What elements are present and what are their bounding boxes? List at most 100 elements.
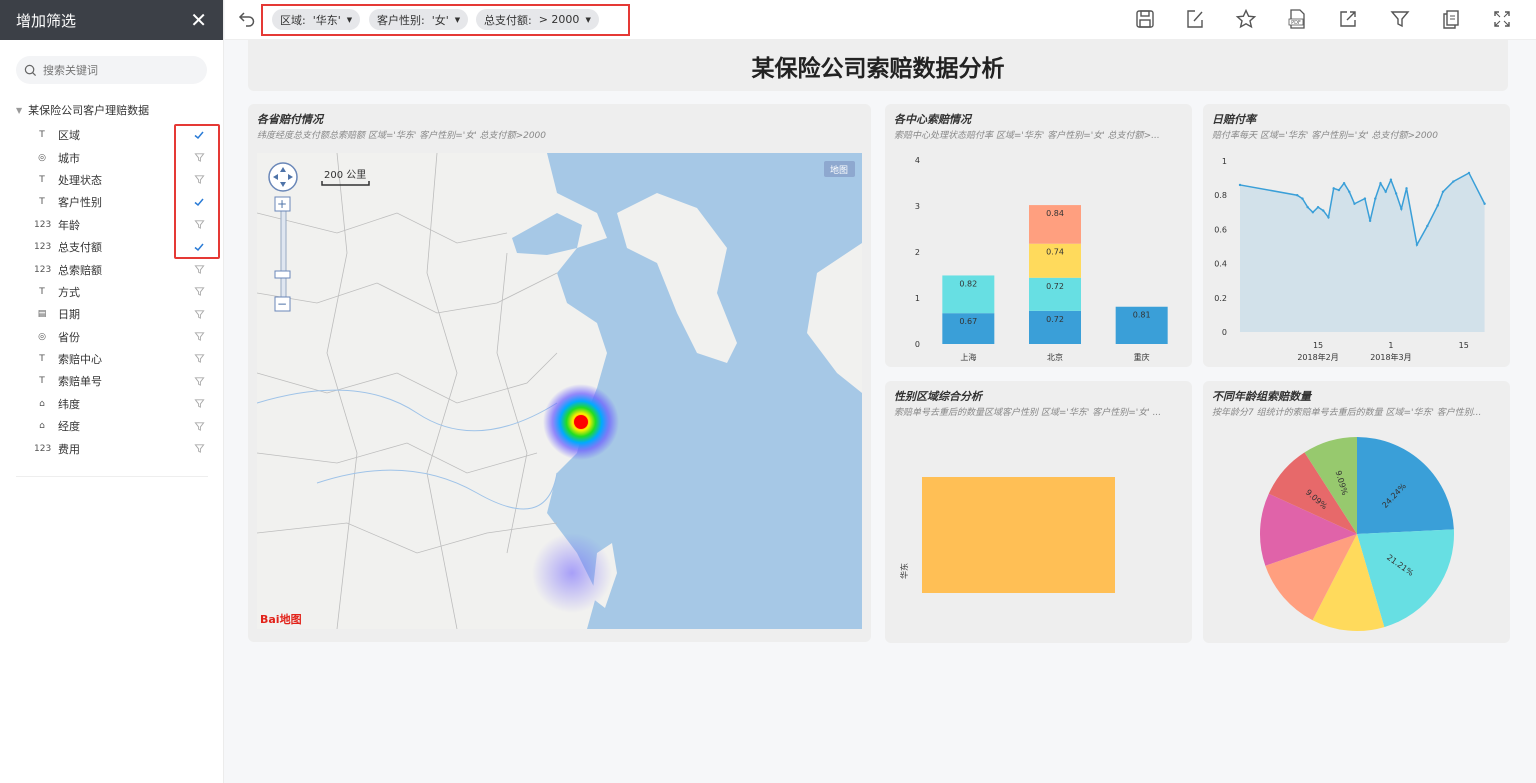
filter-funnel-icon[interactable]: [192, 397, 206, 411]
data-point[interactable]: [1363, 197, 1367, 200]
filter-funnel-icon[interactable]: [192, 352, 206, 366]
field-item[interactable]: T 索赔单号: [0, 370, 223, 392]
data-point[interactable]: [1467, 171, 1471, 175]
star-icon[interactable]: [1235, 8, 1257, 30]
data-point[interactable]: [1306, 205, 1309, 209]
data-point[interactable]: [1311, 211, 1315, 214]
x-tick-label: 北京: [1047, 352, 1063, 362]
data-point[interactable]: [1452, 180, 1455, 183]
geo-type-icon: ◎: [38, 331, 46, 342]
text-type-icon: T: [39, 354, 45, 365]
sidebar-header: 增加筛选 ✕: [0, 0, 223, 40]
field-item[interactable]: ◎ 省份: [0, 326, 223, 348]
zoom-out-icon: −: [277, 297, 287, 311]
field-item[interactable]: T 方式: [0, 281, 223, 303]
field-item[interactable]: 123 总索赔额: [0, 258, 223, 280]
filter-icon[interactable]: [1389, 8, 1411, 30]
data-point[interactable]: [1441, 190, 1445, 193]
data-point[interactable]: [1415, 243, 1419, 246]
bar-data-label: 0.84: [1046, 209, 1064, 218]
field-label: 纬度: [58, 397, 80, 411]
data-point[interactable]: [1301, 197, 1304, 200]
field-item[interactable]: ▤ 日期: [0, 303, 223, 325]
field-item[interactable]: T 索赔中心: [0, 348, 223, 370]
data-point[interactable]: [1389, 178, 1393, 182]
filter-funnel-icon[interactable]: [192, 330, 206, 344]
x-tick-label: 上海: [960, 352, 976, 362]
zoom-handle[interactable]: [274, 270, 291, 279]
undo-icon[interactable]: [237, 9, 257, 29]
dataset-root[interactable]: ▼ 某保险公司客户理赔数据: [16, 102, 223, 118]
filter-chip-region[interactable]: 区域: '华东' ▼: [272, 9, 361, 30]
filter-funnel-icon[interactable]: [192, 307, 206, 321]
copy-icon[interactable]: [1440, 8, 1462, 30]
y-tick-label: 2: [915, 248, 920, 257]
data-point[interactable]: [1379, 182, 1382, 185]
filter-funnel-icon[interactable]: [192, 374, 206, 388]
data-point[interactable]: [1342, 182, 1346, 185]
map-navigation-control[interactable]: [268, 162, 298, 192]
filter-chip-payment[interactable]: 总支付额: > 2000 ▼: [476, 9, 599, 30]
data-point[interactable]: [1426, 224, 1429, 228]
data-point[interactable]: [1322, 209, 1325, 212]
field-label: 经度: [58, 420, 80, 434]
heat-map[interactable]: + − 200 公里 地图 Bai地图: [257, 153, 862, 629]
center-bar-chart[interactable]: 0 1 2 3 4 0.67 0.82 上海 0.72 0.72 0.74 0.84 北京 0.81 重庆: [885, 144, 1192, 364]
data-point[interactable]: [1353, 202, 1356, 205]
data-point[interactable]: [1374, 197, 1377, 200]
pdf-export-icon[interactable]: PDF: [1286, 8, 1308, 30]
data-point[interactable]: [1394, 192, 1398, 195]
selection-highlight: [174, 124, 220, 259]
age-pie-chart[interactable]: 24.24%21.21%9.09%9.09%: [1203, 421, 1510, 641]
filter-chip-gender[interactable]: 客户性别: '女' ▼: [369, 9, 469, 30]
data-point[interactable]: [1348, 190, 1351, 193]
data-point[interactable]: [1483, 202, 1486, 205]
y-tick-label: 0.4: [1214, 260, 1227, 269]
daily-area-chart[interactable]: 0 0.2 0.4 0.6 0.8 1 15 2018年2月 1 2018年3月 15: [1203, 144, 1510, 364]
data-point[interactable]: [1368, 219, 1372, 223]
share-icon[interactable]: [1337, 8, 1359, 30]
search-input[interactable]: [43, 63, 193, 77]
field-label: 年龄: [58, 218, 80, 232]
edit-icon[interactable]: [1184, 8, 1206, 30]
zoom-slider[interactable]: [280, 197, 287, 307]
search-box: [16, 56, 207, 84]
field-item[interactable]: 123 费用: [0, 437, 223, 459]
data-point[interactable]: [1238, 183, 1242, 187]
data-point[interactable]: [1384, 190, 1387, 193]
data-point[interactable]: [1405, 187, 1408, 190]
y-category-label: 华东: [899, 563, 909, 579]
field-label: 总索赔额: [58, 263, 102, 277]
map-type-label: 地图: [830, 164, 848, 176]
data-point[interactable]: [1327, 216, 1330, 219]
filter-funnel-icon[interactable]: [192, 419, 206, 433]
geo-type-icon: ◎: [38, 152, 46, 163]
save-icon[interactable]: [1134, 8, 1156, 30]
data-point[interactable]: [1436, 204, 1439, 207]
bar[interactable]: [922, 477, 1115, 593]
data-point[interactable]: [1337, 188, 1341, 192]
data-point[interactable]: [1400, 207, 1403, 211]
caret-down-icon: ▼: [454, 15, 461, 24]
gender-bar-chart[interactable]: 华东: [885, 421, 1192, 641]
field-label: 处理状态: [58, 173, 102, 187]
x-tick-label: 1: [1388, 341, 1393, 350]
field-item[interactable]: ⌂ 经度: [0, 415, 223, 437]
x-tick-sublabel: 2018年3月: [1370, 352, 1411, 362]
caret-down-icon[interactable]: ▼: [16, 106, 22, 115]
data-point[interactable]: [1332, 187, 1335, 190]
filter-funnel-icon[interactable]: [192, 285, 206, 299]
data-point[interactable]: [1296, 194, 1299, 197]
field-label: 客户性别: [58, 196, 102, 210]
text-type-icon: T: [39, 130, 45, 141]
heat-spot-core: [574, 415, 588, 429]
fullscreen-icon[interactable]: [1491, 8, 1513, 30]
data-point[interactable]: [1316, 205, 1320, 209]
field-label: 方式: [58, 285, 80, 299]
filter-funnel-icon[interactable]: [192, 262, 206, 276]
field-label: 索赔中心: [58, 353, 102, 367]
close-icon[interactable]: ✕: [190, 10, 207, 30]
field-item[interactable]: ⌂ 纬度: [0, 393, 223, 415]
filter-funnel-icon[interactable]: [192, 441, 206, 455]
latlng-type-icon: ⌂: [39, 421, 45, 432]
